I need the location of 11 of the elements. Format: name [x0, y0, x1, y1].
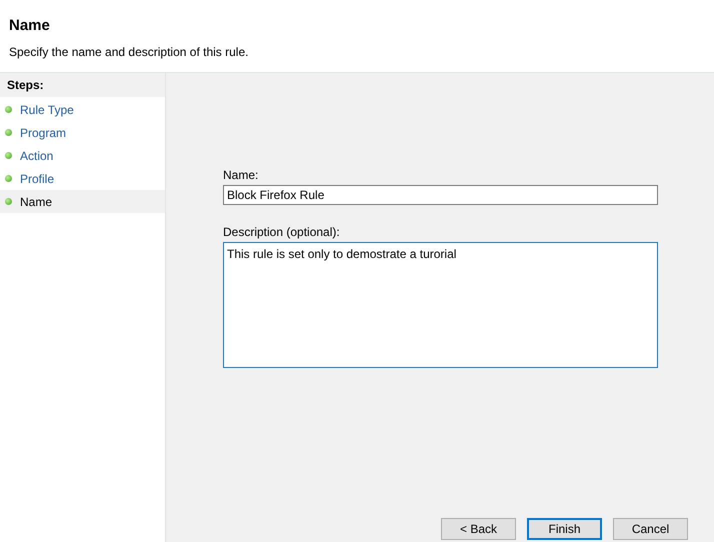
- dialog-button[interactable]: < Back: [441, 518, 516, 540]
- name-field[interactable]: Block Firefox Rule: [223, 185, 658, 205]
- step-item[interactable]: Name: [0, 190, 165, 213]
- field-label: Description (optional):: [223, 225, 341, 239]
- field-label: Name:: [223, 168, 260, 182]
- page-subtitle: Specify the name and description of this rule.: [9, 45, 248, 59]
- page-title: Name: [9, 17, 50, 35]
- dialog-button[interactable]: Cancel: [613, 518, 688, 540]
- dialog-button[interactable]: Finish: [527, 518, 602, 540]
- description-field[interactable]: This rule is set only to demostrate a turorial: [223, 242, 658, 368]
- steps-heading: Steps:: [0, 73, 165, 97]
